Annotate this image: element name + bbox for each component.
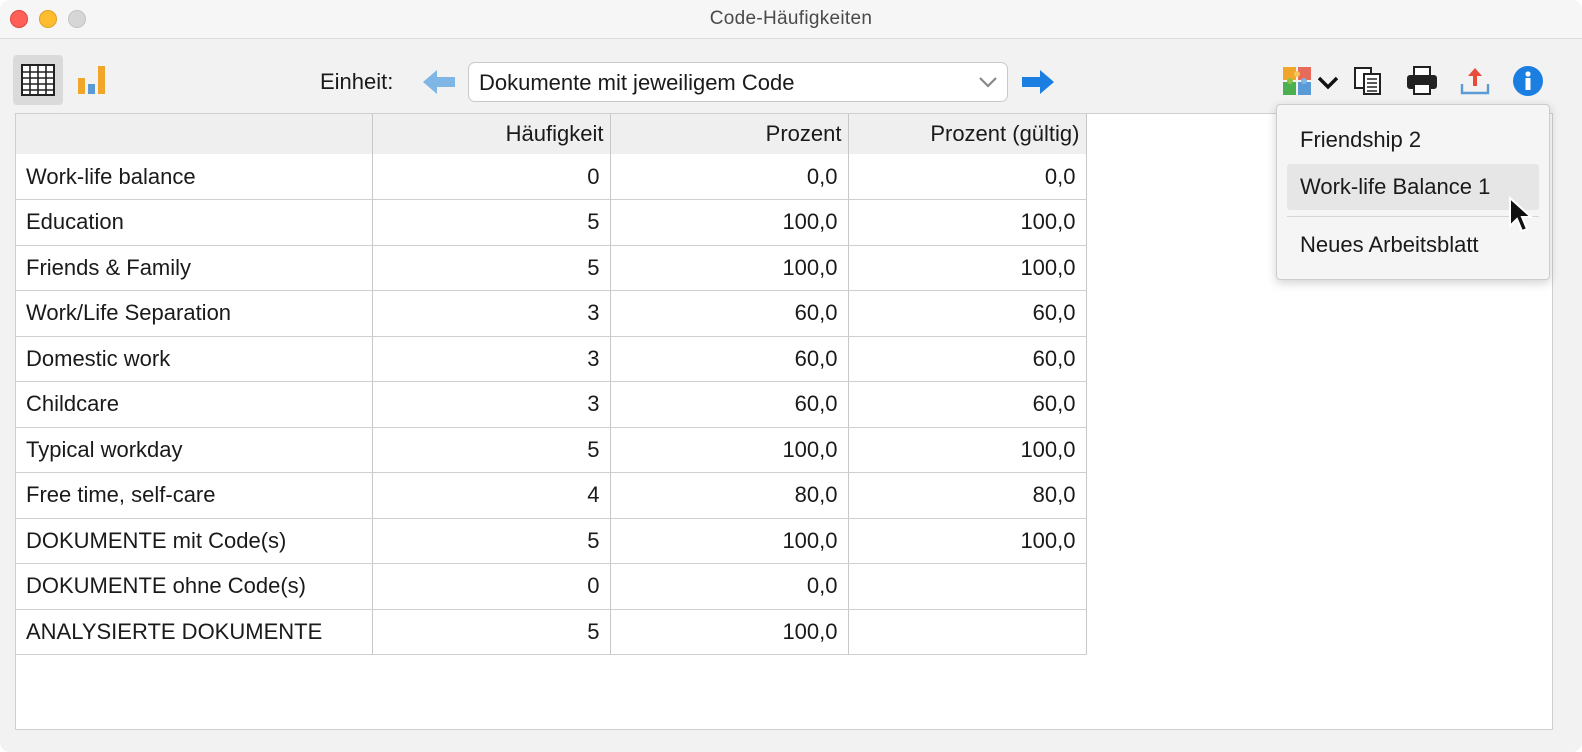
- table-row[interactable]: Education 5 100,0 100,0: [16, 199, 1087, 246]
- table-cell-value: 60,0: [610, 290, 849, 337]
- table-cell-value: 0,0: [610, 563, 849, 610]
- menu-item-neues-arbeitsblatt[interactable]: Neues Arbeitsblatt: [1287, 222, 1539, 268]
- table-cell-code-name: Domestic work: [16, 336, 373, 382]
- table-cell-value: 0,0: [848, 154, 1087, 200]
- print-icon: [1407, 66, 1437, 95]
- table-row[interactable]: Work-life balance 0 0,0 0,0: [16, 154, 1087, 200]
- table-cell-value: 0: [372, 563, 611, 610]
- table-cell-value: 3: [372, 336, 611, 382]
- table-view-button[interactable]: [13, 55, 63, 105]
- frequency-table: Häufigkeit Prozent Prozent (gültig) Work…: [16, 114, 1087, 655]
- table-row[interactable]: Work/Life Separation 3 60,0 60,0: [16, 290, 1087, 337]
- table-cell-value: 5: [372, 245, 611, 291]
- table-cell-value: 4: [372, 472, 611, 519]
- table-header-row: Häufigkeit Prozent Prozent (gültig): [16, 114, 1087, 154]
- bar-chart-icon: [78, 66, 105, 94]
- table-cell-code-name: Friends & Family: [16, 245, 373, 291]
- table-cell-value: 5: [372, 427, 611, 473]
- info-button[interactable]: [1510, 63, 1546, 99]
- table-cell-code-name: Education: [16, 199, 373, 246]
- table-cell-value: 100,0: [848, 245, 1087, 291]
- table-cell-value: 60,0: [610, 381, 849, 428]
- column-header-name[interactable]: [16, 114, 373, 154]
- menu-item-friendship-2[interactable]: Friendship 2: [1287, 117, 1539, 163]
- table-cell-value: 3: [372, 290, 611, 337]
- table-cell-code-name: Free time, self-care: [16, 472, 373, 519]
- table-cell-value: 80,0: [848, 472, 1087, 519]
- copy-button[interactable]: [1350, 63, 1386, 99]
- menu-separator: [1287, 216, 1539, 217]
- table-cell-value: 0,0: [610, 154, 849, 200]
- unit-select-value: Dokumente mit jeweiligem Code: [479, 70, 795, 95]
- worksheet-dropdown-menu: Friendship 2 Work-life Balance 1 Neues A…: [1276, 104, 1550, 280]
- table-cell-code-name: Typical workday: [16, 427, 373, 473]
- table-view-icon: [21, 64, 55, 96]
- table-cell-value: 5: [372, 518, 611, 564]
- table-cell-value: 100,0: [610, 199, 849, 246]
- table-cell-value: 100,0: [848, 427, 1087, 473]
- print-button[interactable]: [1403, 63, 1441, 99]
- chart-view-button[interactable]: [70, 55, 114, 105]
- previous-unit-button[interactable]: [420, 65, 458, 99]
- table-row[interactable]: Free time, self-care 4 80,0 80,0: [16, 472, 1087, 519]
- table-cell-code-name: Work-life balance: [16, 154, 373, 200]
- table-cell-value: 100,0: [610, 427, 849, 473]
- export-button[interactable]: [1457, 63, 1493, 99]
- table-cell-value: 100,0: [610, 609, 849, 655]
- next-unit-button[interactable]: [1018, 65, 1058, 99]
- excel-worksheet-button[interactable]: [1280, 63, 1314, 99]
- table-cell-value: 60,0: [610, 336, 849, 382]
- chevron-down-icon: [979, 77, 997, 88]
- table-cell-value: 100,0: [610, 245, 849, 291]
- table-cell-value: 5: [372, 199, 611, 246]
- copy-icon: [1354, 67, 1381, 95]
- table-cell-code-name: DOKUMENTE mit Code(s): [16, 518, 373, 564]
- table-cell-value: 100,0: [848, 518, 1087, 564]
- arrow-left-icon: [423, 70, 455, 94]
- menu-item-work-life-balance-1[interactable]: Work-life Balance 1: [1287, 164, 1539, 210]
- table-cell-value: 5: [372, 609, 611, 655]
- table-row[interactable]: DOKUMENTE mit Code(s) 5 100,0 100,0: [16, 518, 1087, 564]
- table-cell-code-name: Childcare: [16, 381, 373, 428]
- window-title: Code-Häufigkeiten: [709, 8, 873, 29]
- table-row[interactable]: Friends & Family 5 100,0 100,0: [16, 245, 1087, 291]
- table-row[interactable]: Childcare 3 60,0 60,0: [16, 381, 1087, 428]
- excel-dropdown-button[interactable]: [1316, 73, 1340, 93]
- table-cell-code-name: Work/Life Separation: [16, 290, 373, 337]
- excel-icon: [1283, 67, 1311, 95]
- table-cell-value: 0: [372, 154, 611, 200]
- table-cell-value: 60,0: [848, 290, 1087, 337]
- mouse-cursor-icon: [1509, 196, 1534, 233]
- table-cell-value: 100,0: [848, 199, 1087, 246]
- arrow-right-icon: [1022, 70, 1054, 94]
- info-icon: [1513, 66, 1543, 96]
- table-cell-value: [848, 563, 1087, 610]
- column-header-haeufigkeit[interactable]: Häufigkeit: [372, 114, 611, 154]
- toolbar: Einheit: Dokumente mit jeweiligem Code: [0, 39, 1582, 113]
- chevron-down-icon: [1317, 76, 1339, 90]
- unit-select[interactable]: Dokumente mit jeweiligem Code: [468, 62, 1008, 102]
- table-cell-value: 100,0: [610, 518, 849, 564]
- table-cell-value: 3: [372, 381, 611, 428]
- column-header-prozent-gueltig[interactable]: Prozent (gültig): [848, 114, 1087, 154]
- app-window: Code-Häufigkeiten Einheit: Dokumente mit…: [0, 0, 1582, 752]
- table-row[interactable]: ANALYSIERTE DOKUMENTE 5 100,0: [16, 609, 1087, 655]
- table-cell-value: 60,0: [848, 336, 1087, 382]
- table-cell-code-name: ANALYSIERTE DOKUMENTE: [16, 609, 373, 655]
- table-cell-value: 80,0: [610, 472, 849, 519]
- unit-label: Einheit:: [320, 69, 394, 94]
- table-row[interactable]: DOKUMENTE ohne Code(s) 0 0,0: [16, 563, 1087, 610]
- column-header-prozent[interactable]: Prozent: [610, 114, 849, 154]
- table-row[interactable]: Domestic work 3 60,0 60,0: [16, 336, 1087, 382]
- table-row[interactable]: Typical workday 5 100,0 100,0: [16, 427, 1087, 473]
- table-cell-value: [848, 609, 1087, 655]
- title-bar: Code-Häufigkeiten: [0, 0, 1582, 39]
- table-cell-code-name: DOKUMENTE ohne Code(s): [16, 563, 373, 610]
- export-icon: [1460, 68, 1490, 95]
- table-cell-value: 60,0: [848, 381, 1087, 428]
